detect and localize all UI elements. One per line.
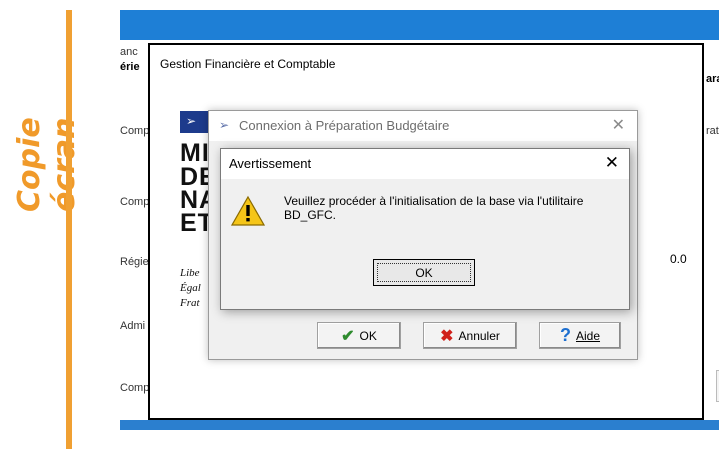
desktop-bottom-bar (120, 420, 719, 430)
cancel-button[interactable]: ✖ Annuler (423, 322, 517, 349)
bg-label: Admi (120, 320, 146, 332)
bg-label-right: rat (706, 125, 719, 137)
warning-title: Avertissement (229, 156, 312, 171)
version-text: 0.0 (670, 252, 687, 266)
watermark-column: Copie écran (0, 0, 82, 449)
motto-line: Égal (180, 282, 201, 294)
ok-button-label: OK (359, 328, 377, 343)
close-icon[interactable]: ✕ (612, 115, 625, 135)
warning-icon (231, 195, 265, 226)
close-icon[interactable]: ✕ (605, 153, 619, 173)
desktop-top-bar (120, 10, 719, 40)
main-window-title: Gestion Financière et Comptable (160, 57, 336, 71)
watermark-label: Copie écran (12, 117, 82, 212)
connexion-title: Connexion à Préparation Budgétaire (239, 118, 450, 133)
orange-divider (66, 10, 72, 449)
help-button[interactable]: ? Aide (539, 322, 621, 349)
warning-dialog: Avertissement ✕ Veuillez procéder à l'in… (220, 148, 630, 310)
question-icon: ? (559, 325, 571, 345)
app-icon: ➢ (219, 118, 230, 132)
connexion-titlebar: ➢ Connexion à Préparation Budgétaire ✕ (209, 111, 637, 141)
check-icon: ✔ (341, 327, 355, 345)
warning-message: Veuillez procéder à l'initialisation de … (284, 194, 584, 222)
motto-line: Libe (180, 267, 200, 279)
help-button-label: Aide (575, 328, 601, 343)
cross-icon: ✖ (440, 327, 454, 345)
bg-label-right: ara (706, 73, 719, 85)
cancel-button-label: Annuler (458, 328, 500, 343)
warning-ok-button[interactable]: OK (373, 259, 475, 286)
bg-label: Comp (120, 196, 150, 208)
bg-label: Comp (120, 382, 150, 394)
bg-label: Comp (120, 125, 150, 137)
marianne-mark-icon: ➢ (186, 114, 197, 128)
bg-label: Régie (120, 256, 149, 268)
warning-titlebar: Avertissement ✕ (221, 149, 629, 179)
motto-line: Frat (180, 297, 200, 309)
ok-button[interactable]: ✔ OK (317, 322, 401, 349)
bg-label: érie (120, 61, 140, 73)
focus-outline (377, 263, 471, 282)
bg-label: anc (120, 46, 138, 58)
